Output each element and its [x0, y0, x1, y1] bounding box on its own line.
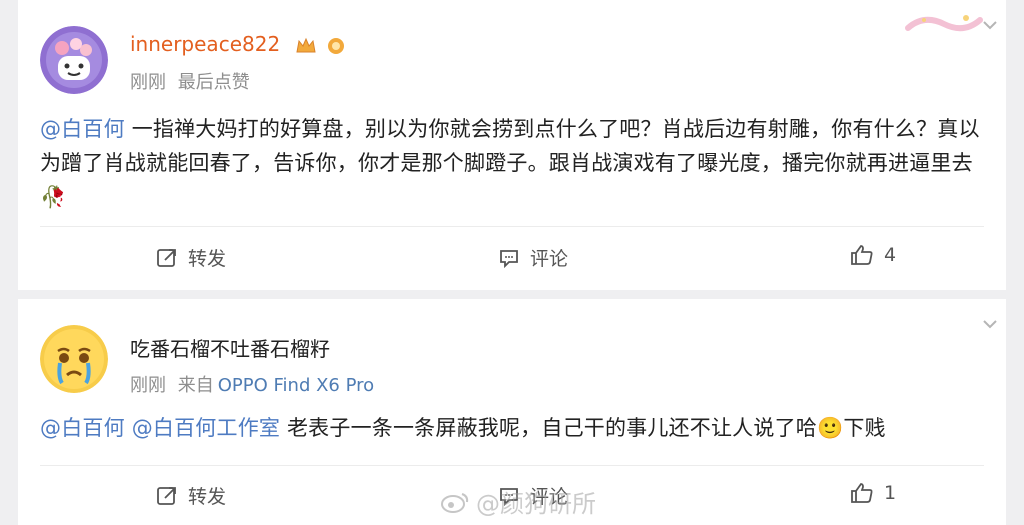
from-label: 来自 — [177, 375, 214, 396]
crying-face-avatar-icon — [40, 325, 108, 393]
username[interactable]: 吃番石榴不吐番石榴籽 — [130, 333, 330, 362]
chevron-down-icon[interactable] — [982, 319, 998, 329]
sticker-icon — [905, 15, 983, 32]
username[interactable]: innerpeace822 — [130, 32, 347, 56]
user-avatar[interactable] — [40, 26, 108, 94]
chevron-down-icon[interactable] — [982, 20, 998, 30]
username-text[interactable]: 吃番石榴不吐番石榴籽 — [130, 337, 330, 361]
fortune-badge-icon — [327, 37, 344, 54]
comment-button[interactable]: 评论 — [498, 244, 568, 271]
weibo-logo-icon — [441, 492, 469, 513]
rose-emoji: 🥀 — [40, 185, 67, 209]
mention-link[interactable]: @白百何工作室 — [132, 416, 280, 440]
thumbs-up-icon — [851, 483, 873, 503]
like-count: 4 — [884, 244, 897, 266]
repost-button[interactable]: 转发 — [156, 482, 226, 509]
comment-label: 评论 — [530, 248, 569, 270]
post-text-tail: 下贱 — [843, 416, 886, 440]
user-avatar[interactable] — [40, 325, 108, 393]
repost-icon — [157, 486, 176, 505]
post-content: @白百何 一指禅大妈打的好算盘，别以为你就会捞到点什么了吧？肖战后边有射雕，你有… — [40, 112, 998, 214]
device-link[interactable]: OPPO Find X6 Pro — [218, 375, 374, 396]
post-meta: 刚刚 最后点赞 — [130, 68, 250, 94]
avatar-image — [40, 26, 108, 94]
mention-link[interactable]: @白百何 — [40, 117, 125, 141]
repost-button[interactable]: 转发 — [156, 244, 226, 271]
like-count: 1 — [884, 482, 897, 504]
timestamp: 刚刚 — [130, 375, 166, 396]
post-meta: 刚刚 来自 OPPO Find X6 Pro — [130, 371, 374, 397]
post-card: innerpeace822 刚刚 最后点赞 @白百何 一指禅大妈打的好算盘，别以… — [18, 0, 1006, 290]
divider — [40, 465, 984, 466]
last-like-label: 最后点赞 — [177, 72, 250, 93]
repost-icon — [157, 248, 176, 267]
repost-label: 转发 — [188, 486, 227, 508]
like-button[interactable]: 1 — [850, 482, 896, 504]
post-text: 老表子一条一条屏蔽我呢，自己干的事儿还不让人说了哈 — [280, 416, 817, 440]
watermark: @颜狗研所 — [440, 484, 596, 519]
thumbs-up-icon — [851, 245, 873, 265]
crown-badge-icon — [295, 37, 316, 52]
divider — [40, 226, 984, 227]
post-content: @白百何 @白百何工作室 老表子一条一条屏蔽我呢，自己干的事儿还不让人说了哈🙂下… — [40, 411, 998, 445]
smile-emoji: 🙂 — [816, 416, 844, 440]
timestamp: 刚刚 — [130, 72, 166, 93]
post-text: 一指禅大妈打的好算盘，别以为你就会捞到点什么了吧？肖战后边有射雕，你有什么？真以… — [40, 117, 980, 175]
repost-label: 转发 — [188, 248, 227, 270]
username-text[interactable]: innerpeace822 — [130, 32, 280, 56]
watermark-text: @颜狗研所 — [476, 490, 596, 518]
comment-icon — [500, 249, 518, 268]
like-button[interactable]: 4 — [850, 244, 896, 266]
mention-link[interactable]: @白百何 — [40, 416, 125, 440]
